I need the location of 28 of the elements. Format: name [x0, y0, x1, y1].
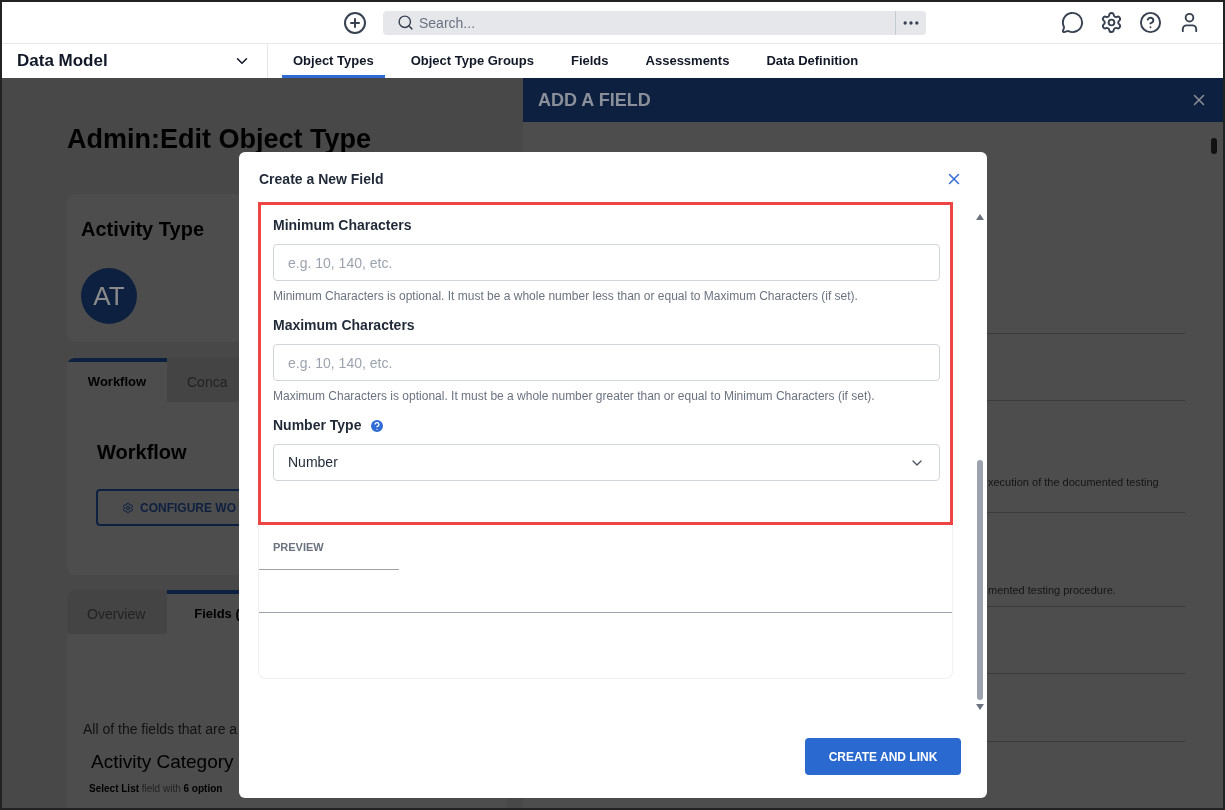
section-heading: Workflow: [97, 440, 187, 465]
help-icon[interactable]: [1139, 11, 1162, 34]
record-name: Activity Type: [81, 217, 204, 242]
intro-text: All of the fields that are a: [83, 720, 238, 739]
field-label: Number Type: [273, 416, 362, 435]
add-icon[interactable]: [343, 10, 367, 35]
nav-tab[interactable]: Assessments: [634, 44, 741, 78]
modal-title: Create a New Field: [259, 169, 384, 189]
help-text: Minimum Characters is optional. It must be a whole number less than or equal to Maximum Characters (if set).: [273, 288, 859, 305]
field-label: Maximum Characters: [273, 316, 415, 335]
preview-tab[interactable]: PREVIEW: [273, 538, 324, 555]
chat-icon[interactable]: [1061, 11, 1084, 34]
gear-icon: [122, 501, 134, 514]
field-label: Minimum Characters: [273, 216, 412, 235]
settings-icon[interactable]: [1100, 11, 1123, 34]
page-title: Admin:Edit Object Type: [67, 123, 371, 156]
input-field[interactable]: e.g. 10, 140, etc.: [273, 244, 940, 281]
select-field[interactable]: Number: [273, 444, 940, 481]
create-and-link-button[interactable]: CREATE AND LINK: [805, 738, 961, 775]
avatar: AT: [81, 268, 137, 324]
input-field[interactable]: e.g. 10, 140, etc.: [273, 344, 940, 381]
nav-tab[interactable]: Object Type Groups: [399, 44, 545, 78]
panel-header: ADD A FIELD: [523, 78, 1223, 122]
nav-tab[interactable]: Fields: [559, 44, 620, 78]
field-name: Activity Category: [91, 750, 234, 774]
help-text: Maximum Characters is optional. It must be a whole number greater than or equal to Minimum Characters (if set).: [273, 388, 876, 405]
nav-tab[interactable]: Data Definition: [755, 44, 870, 78]
search-icon: [397, 14, 414, 31]
